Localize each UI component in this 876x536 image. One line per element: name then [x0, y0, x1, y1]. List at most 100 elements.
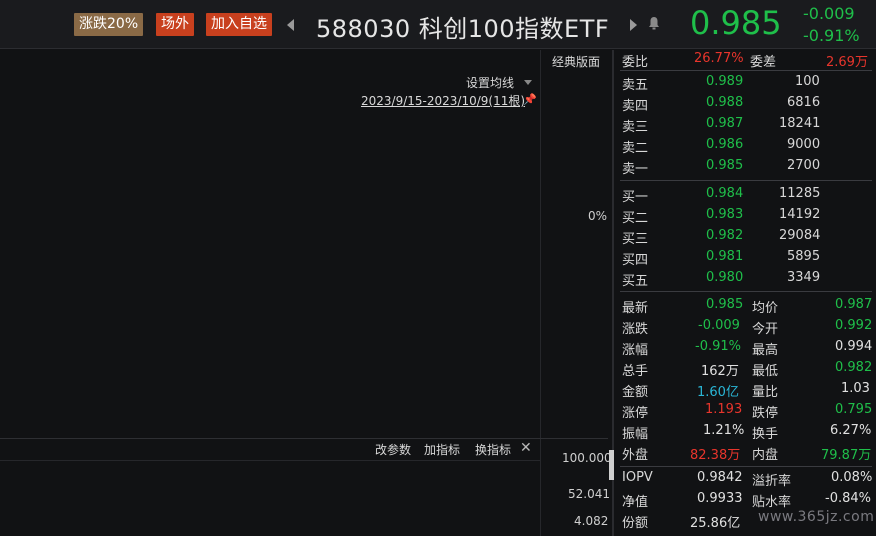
low-value: 0.982: [835, 360, 873, 375]
watermark: www.365jz.com: [758, 509, 875, 525]
price-change-pct: -0.91%: [803, 26, 860, 45]
switch-indicator-button[interactable]: 换指标: [475, 441, 511, 458]
divider: [620, 70, 872, 71]
iopv-value: 0.9842: [697, 470, 743, 485]
bid1-volume: 11285: [779, 186, 821, 201]
price-change: -0.009: [803, 4, 855, 23]
low-label: 最低: [752, 364, 779, 379]
chevron-down-icon[interactable]: [524, 80, 532, 85]
otc-tag[interactable]: 场外: [156, 13, 194, 36]
subpanel-divider[interactable]: [0, 438, 608, 439]
bid2-volume: 14192: [779, 207, 821, 222]
change-label: 涨跌: [622, 322, 649, 337]
ask1-price[interactable]: 0.985: [706, 158, 743, 173]
ask2-label: 卖二: [622, 141, 649, 156]
alert-bell-icon[interactable]: [648, 16, 660, 30]
ask5-volume: 100: [795, 74, 820, 89]
nav-label: 净值: [622, 495, 649, 510]
amplitude-label: 振幅: [622, 427, 649, 442]
bid1-price[interactable]: 0.984: [706, 186, 743, 201]
classic-layout-button[interactable]: 经典版面: [552, 53, 600, 70]
volume-label: 总手: [622, 364, 649, 379]
order-ratio-label: 委比: [622, 55, 649, 70]
volume-value: 162万: [701, 364, 739, 379]
latest-value: 0.985: [706, 297, 744, 312]
high-label: 最高: [752, 343, 779, 358]
discount-value: -0.84%: [825, 491, 871, 506]
pct-label: 涨幅: [622, 343, 649, 358]
shares-label: 份额: [622, 516, 649, 531]
divider: [620, 466, 872, 467]
kline-chart-area[interactable]: [0, 50, 608, 536]
premium-value: 0.08%: [831, 470, 873, 485]
turnover-value: 6.27%: [830, 423, 872, 438]
amount-value: 1.60亿: [697, 385, 739, 400]
bid5-price[interactable]: 0.980: [706, 270, 743, 285]
discount-label: 贴水率: [752, 495, 792, 510]
limit-up-label: 涨停: [622, 406, 649, 421]
chart-axis-line: [540, 50, 541, 536]
shares-value: 25.86亿: [690, 516, 741, 531]
bid5-label: 买五: [622, 274, 649, 289]
bid3-price[interactable]: 0.982: [706, 228, 743, 243]
current-price: 0.985: [690, 4, 782, 42]
bid3-label: 买三: [622, 232, 649, 247]
bid4-volume: 5895: [787, 249, 821, 264]
vol-ratio-label: 量比: [752, 385, 779, 400]
limit-up-value: 1.193: [705, 402, 743, 417]
volume-axis-label: 52.041: [568, 487, 610, 501]
change-value: -0.009: [698, 318, 740, 333]
pin-icon[interactable]: 📌: [523, 93, 537, 106]
avg-value: 0.987: [835, 297, 873, 312]
ma-setting-button[interactable]: 设置均线: [466, 74, 514, 91]
add-watchlist-button[interactable]: 加入自选: [206, 13, 272, 36]
bid4-price[interactable]: 0.981: [706, 249, 743, 264]
ask2-volume: 9000: [787, 137, 821, 152]
add-indicator-button[interactable]: 加指标: [424, 441, 460, 458]
order-ratio-value: 26.77%: [694, 51, 744, 66]
vol-ratio-value: 1.03: [841, 381, 870, 396]
nav-value: 0.9933: [697, 491, 743, 506]
ask4-volume: 6816: [787, 95, 821, 110]
security-title: 588030 科创100指数ETF: [316, 15, 610, 43]
latest-label: 最新: [622, 301, 649, 316]
volume-axis-label: 4.082: [574, 514, 609, 528]
volume-axis-label: 100.000: [562, 451, 612, 465]
previous-security-icon[interactable]: [287, 19, 294, 31]
limit-down-value: 0.795: [835, 402, 873, 417]
edit-params-button[interactable]: 改参数: [375, 441, 411, 458]
inner-label: 内盘: [752, 448, 779, 463]
order-diff-value: 2.69万: [826, 55, 868, 70]
ask5-price[interactable]: 0.989: [706, 74, 743, 89]
inner-value: 79.87万: [821, 448, 872, 463]
next-security-icon[interactable]: [630, 19, 637, 31]
ask3-volume: 18241: [779, 116, 821, 131]
outer-label: 外盘: [622, 448, 649, 463]
bid2-label: 买二: [622, 211, 649, 226]
ask3-price[interactable]: 0.987: [706, 116, 743, 131]
quote-header: 涨跌20% 场外 加入自选 588030 科创100指数ETF 0.985 -0…: [0, 0, 876, 49]
divider: [620, 180, 872, 181]
price-limit-tag: 涨跌20%: [74, 13, 144, 36]
bid5-volume: 3349: [787, 270, 821, 285]
turnover-label: 换手: [752, 427, 779, 442]
pct-value: -0.91%: [695, 339, 741, 354]
high-value: 0.994: [835, 339, 873, 354]
order-diff-label: 委差: [750, 55, 777, 70]
divider: [620, 291, 872, 292]
ask4-label: 卖四: [622, 99, 649, 114]
bid2-price[interactable]: 0.983: [706, 207, 743, 222]
bid1-label: 买一: [622, 190, 649, 205]
ask1-label: 卖一: [622, 162, 649, 177]
ask2-price[interactable]: 0.986: [706, 137, 743, 152]
limit-down-label: 跌停: [752, 406, 779, 421]
avg-label: 均价: [752, 301, 779, 316]
open-value: 0.992: [835, 318, 873, 333]
close-icon[interactable]: ✕: [520, 440, 532, 456]
zero-pct-axis-label: 0%: [588, 209, 608, 223]
ask5-label: 卖五: [622, 78, 649, 93]
date-range-link[interactable]: 2023/9/15-2023/10/9(11根): [361, 92, 525, 109]
ask4-price[interactable]: 0.988: [706, 95, 743, 110]
premium-label: 溢折率: [752, 474, 792, 489]
bid3-volume: 29084: [779, 228, 821, 243]
